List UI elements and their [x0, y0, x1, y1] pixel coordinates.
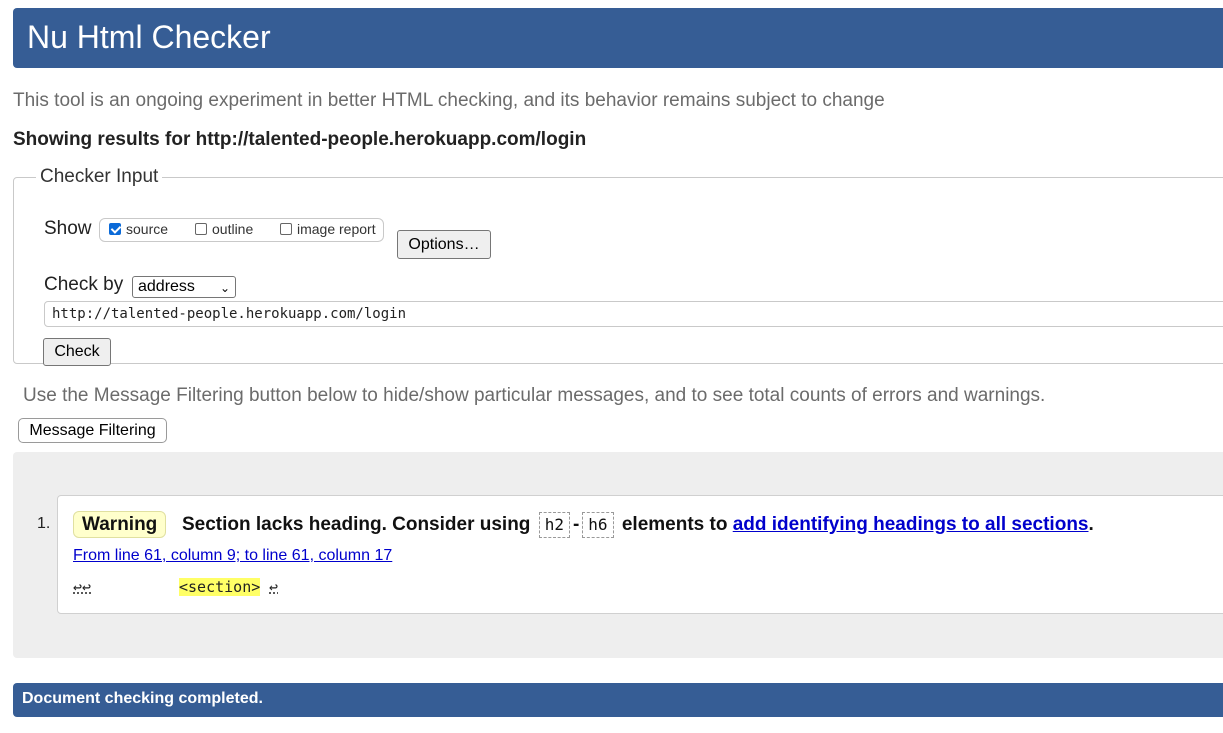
message-text: Section lacks heading. Consider using h2…: [182, 511, 1094, 538]
url-input[interactable]: http://talented-people.herokuapp.com/log…: [44, 301, 1223, 327]
results-panel: 1. Warning Section lacks heading. Consid…: [13, 452, 1223, 658]
code-h6: h6: [582, 511, 614, 538]
message-text-end: .: [1088, 514, 1094, 535]
check-by-label: Check by: [44, 274, 124, 295]
image-report-checkbox[interactable]: [280, 223, 292, 235]
showing-results-text: Showing results for http://talented-peop…: [13, 129, 587, 150]
intro-text: This tool is an ongoing experiment in be…: [13, 90, 885, 111]
check-by-select[interactable]: address ⌄: [132, 276, 236, 298]
check-button[interactable]: Check: [43, 338, 111, 366]
checker-input-fieldset: Checker Input Show source outline image …: [13, 166, 1223, 366]
message-text-before: Section lacks heading. Consider using: [182, 514, 531, 535]
outline-checkbox[interactable]: [195, 223, 207, 235]
source-extract: ↩↩ <section> ↩: [73, 578, 278, 596]
completion-status: Document checking completed.: [22, 690, 263, 707]
code-h2: h2: [538, 511, 570, 538]
source-label: source: [126, 221, 169, 237]
options-button[interactable]: Options…: [397, 230, 491, 259]
extract-suffix: ↩: [269, 578, 279, 596]
show-image-report-option[interactable]: image report: [280, 221, 376, 237]
extract-prefix: ↩↩: [73, 578, 92, 596]
location-link[interactable]: From line 61, column 9; to line 61, colu…: [73, 547, 392, 565]
message-text-middle: elements to: [621, 514, 728, 535]
show-outline-option[interactable]: outline: [195, 221, 253, 237]
headings-help-link[interactable]: add identifying headings to all sections: [733, 511, 1089, 538]
footer-bar: Document checking completed.: [13, 683, 1223, 717]
chevron-down-icon: ⌄: [219, 281, 230, 295]
extract-highlight: <section>: [179, 578, 261, 596]
message-item: Warning Section lacks heading. Consider …: [57, 495, 1223, 614]
message-filtering-button[interactable]: Message Filtering: [18, 418, 167, 443]
show-label: Show: [44, 218, 92, 239]
check-by-value: address: [138, 278, 195, 295]
image-report-label: image report: [297, 221, 376, 237]
code-dash: -: [572, 514, 580, 535]
warning-badge: Warning: [73, 511, 167, 538]
filter-note: Use the Message Filtering button below t…: [23, 385, 1046, 406]
checker-input-legend: Checker Input: [40, 166, 159, 187]
header-bar: Nu Html Checker: [13, 8, 1223, 68]
show-source-option[interactable]: source: [109, 221, 168, 237]
show-options-group: source outline image report: [99, 218, 384, 242]
message-number: 1.: [37, 515, 51, 532]
source-checkbox[interactable]: [109, 223, 121, 235]
outline-label: outline: [212, 221, 254, 237]
page-title: Nu Html Checker: [27, 19, 271, 55]
